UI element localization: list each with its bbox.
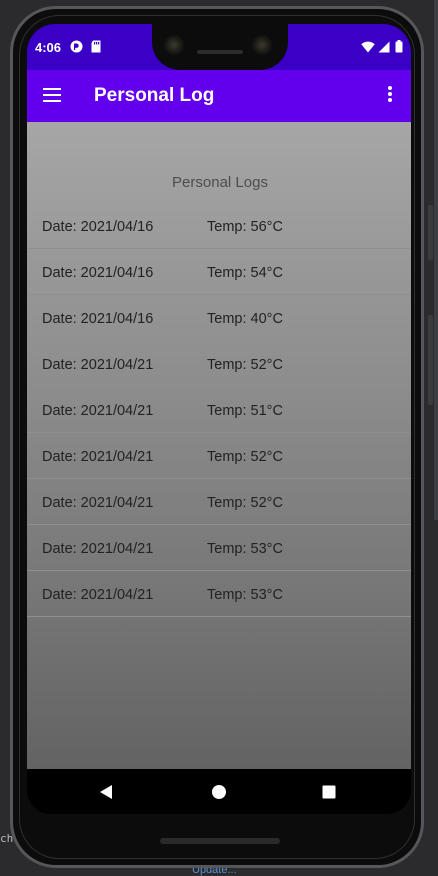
power-button[interactable] [428,205,433,260]
log-date: Date: 2021/04/16 [42,219,154,235]
bottom-speaker [160,838,280,844]
battery-icon [395,40,403,58]
back-icon[interactable] [97,782,117,802]
log-date: Date: 2021/04/21 [42,541,154,557]
log-date: Date: 2021/04/21 [42,587,154,603]
log-date: Date: 2021/04/16 [42,311,154,327]
main-content: Personal Logs Date: 2021/04/16 Temp: 56°… [27,122,411,769]
section-title: Personal Logs [172,174,268,191]
list-item[interactable]: Date: 2021/04/21 Temp: 51°C [27,387,411,433]
cell-signal-icon [378,40,390,58]
log-date: Date: 2021/04/16 [42,265,154,281]
app-toolbar: Personal Log [27,70,411,122]
device-screen: 4:06 Personal Log Personal Logs Date: 20… [27,24,411,814]
list-item[interactable]: Date: 2021/04/21 Temp: 52°C [27,433,411,479]
list-item[interactable]: Date: 2021/04/16 Temp: 56°C [27,203,411,249]
log-list[interactable]: Date: 2021/04/16 Temp: 56°C Date: 2021/0… [27,203,411,617]
log-temp: Temp: 56°C [207,219,283,235]
page-title: Personal Log [94,85,215,106]
list-item[interactable]: Date: 2021/04/21 Temp: 53°C [27,571,411,617]
log-date: Date: 2021/04/21 [42,403,154,419]
log-temp: Temp: 54°C [207,265,283,281]
list-item[interactable]: Date: 2021/04/16 Temp: 40°C [27,295,411,341]
log-temp: Temp: 52°C [207,449,283,465]
status-time: 4:06 [35,40,62,55]
list-item[interactable]: Date: 2021/04/21 Temp: 52°C [27,341,411,387]
list-item[interactable]: Date: 2021/04/16 Temp: 54°C [27,249,411,295]
wifi-icon [361,40,375,58]
home-icon[interactable] [209,782,229,802]
display-notch [152,24,288,70]
system-nav-bar [27,769,411,814]
list-item[interactable]: Date: 2021/04/21 Temp: 52°C [27,479,411,525]
log-date: Date: 2021/04/21 [42,449,154,465]
log-temp: Temp: 40°C [207,311,283,327]
log-temp: Temp: 52°C [207,357,283,373]
log-temp: Temp: 51°C [207,403,283,419]
front-camera-icon [252,35,272,55]
app-notification-icon [70,40,83,58]
earpiece-speaker [197,50,243,54]
ide-side-panel [434,0,438,520]
sd-card-icon [90,40,102,58]
hamburger-menu-icon[interactable] [39,84,67,108]
volume-button[interactable] [428,315,433,405]
log-date: Date: 2021/04/21 [42,357,154,373]
log-temp: Temp: 53°C [207,587,283,603]
log-temp: Temp: 53°C [207,541,283,557]
log-date: Date: 2021/04/21 [42,495,154,511]
status-bar: 4:06 [27,24,411,70]
list-item[interactable]: Date: 2021/04/21 Temp: 53°C [27,525,411,571]
front-camera-icon [164,35,184,55]
recents-icon[interactable] [319,782,339,802]
more-vertical-icon[interactable] [382,84,398,108]
log-temp: Temp: 52°C [207,495,283,511]
